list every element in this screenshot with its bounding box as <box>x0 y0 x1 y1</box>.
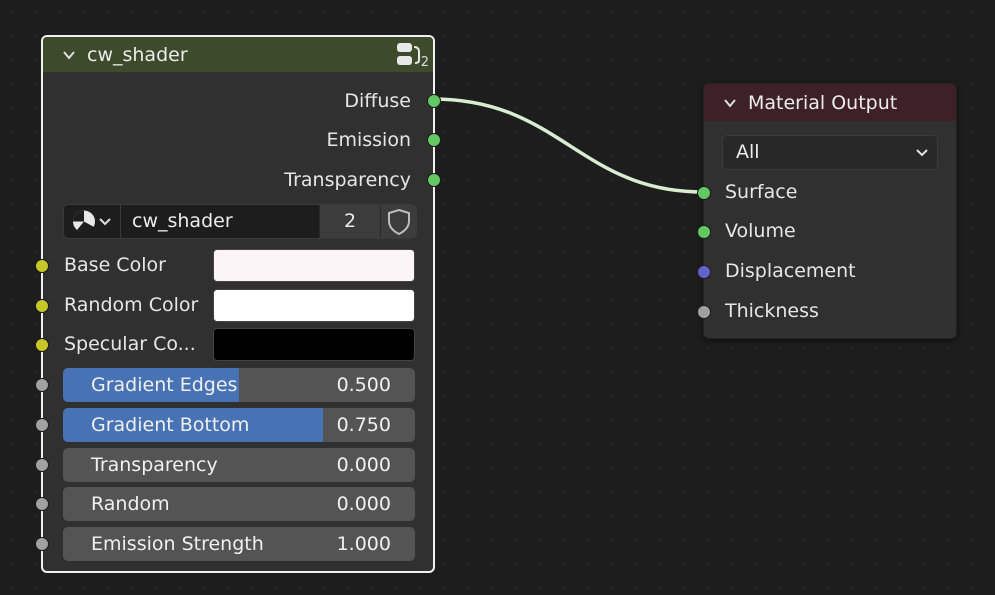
input-label: Base Color <box>64 254 166 276</box>
input-label: Thickness <box>725 300 819 322</box>
chevron-down-icon[interactable] <box>63 49 75 61</box>
value-slider[interactable]: Gradient Edges 0.500 <box>63 368 415 402</box>
color-swatch[interactable] <box>213 249 415 282</box>
shader-socket[interactable] <box>427 133 441 147</box>
float-socket[interactable] <box>35 418 49 432</box>
slider-label: Gradient Edges <box>91 374 238 396</box>
output-row-diffuse: Diffuse <box>43 82 441 122</box>
fake-user-button[interactable] <box>380 205 417 238</box>
output-label: Diffuse <box>344 90 411 112</box>
diffuse-to-surface-link[interactable] <box>432 97 704 194</box>
input-row-thickness: Thickness <box>697 292 956 332</box>
vector-socket[interactable] <box>697 265 711 279</box>
input-row-transparency: Transparency 0.000 <box>35 445 433 485</box>
output-row-emission: Emission <box>43 121 441 161</box>
slider-label: Gradient Bottom <box>91 414 250 436</box>
color-swatch[interactable] <box>213 289 415 322</box>
node-header[interactable]: cw_shader 2 <box>43 37 433 72</box>
target-dropdown-value: All <box>736 141 760 163</box>
input-row-random-color: Random Color <box>35 286 433 326</box>
chevron-down-icon[interactable] <box>724 97 736 109</box>
input-row-displacement: Displacement <box>697 252 956 292</box>
output-row-transparency: Transparency <box>43 161 441 201</box>
input-row-volume: Volume <box>697 212 956 252</box>
slider-label: Emission Strength <box>91 533 264 555</box>
shader-socket[interactable] <box>697 186 711 200</box>
chevron-down-icon <box>916 149 928 157</box>
node-tree-icon <box>73 210 111 233</box>
input-label: Volume <box>725 220 796 242</box>
input-label: Random Color <box>64 294 199 316</box>
output-label: Emission <box>326 129 411 151</box>
float-socket[interactable] <box>35 458 49 472</box>
float-socket[interactable] <box>35 537 49 551</box>
node-title: cw_shader <box>87 43 188 66</box>
shader-socket[interactable] <box>697 225 711 239</box>
input-label: Displacement <box>725 260 856 282</box>
input-row-emission-strength: Emission Strength 1.000 <box>35 524 433 564</box>
float-socket[interactable] <box>697 305 711 319</box>
node-tree-type-dropdown[interactable] <box>64 205 121 238</box>
input-label: Specular Co... <box>64 333 196 355</box>
slider-value: 0.000 <box>336 454 391 476</box>
input-row-random: Random 0.000 <box>35 484 433 524</box>
chevron-down-icon <box>99 218 111 226</box>
color-socket[interactable] <box>35 338 49 352</box>
value-slider[interactable]: Random 0.000 <box>63 487 415 521</box>
node-title: Material Output <box>748 91 898 114</box>
float-socket[interactable] <box>35 497 49 511</box>
input-row-specular-color: Specular Co... <box>35 325 433 365</box>
input-row-base-color: Base Color <box>35 246 433 286</box>
input-row-surface: Surface <box>697 173 956 213</box>
slider-label: Transparency <box>91 454 218 476</box>
shader-socket[interactable] <box>427 94 441 108</box>
value-slider[interactable]: Transparency 0.000 <box>63 448 415 482</box>
slider-label: Random <box>91 493 170 515</box>
float-socket[interactable] <box>35 378 49 392</box>
color-swatch[interactable] <box>213 328 415 361</box>
color-socket[interactable] <box>35 299 49 313</box>
color-socket[interactable] <box>35 259 49 273</box>
slider-value: 0.750 <box>336 414 391 436</box>
value-slider[interactable]: Emission Strength 1.000 <box>63 527 415 561</box>
output-label: Transparency <box>284 169 411 191</box>
group-node-cw-shader[interactable]: cw_shader 2 Diffuse Emission Transparenc… <box>35 35 441 573</box>
input-label: Surface <box>725 181 798 203</box>
datablock-name[interactable]: cw_shader <box>132 210 233 232</box>
slider-value: 0.500 <box>336 374 391 396</box>
node-header[interactable]: Material Output <box>704 84 956 121</box>
shield-icon <box>388 208 410 236</box>
slider-value: 0.000 <box>336 493 391 515</box>
input-row-gradient-edges: Gradient Edges 0.500 <box>35 365 433 405</box>
material-output-node[interactable]: Material Output All Surface Volume Displ… <box>697 83 957 339</box>
value-slider[interactable]: Gradient Bottom 0.750 <box>63 408 415 442</box>
shader-socket[interactable] <box>427 173 441 187</box>
node-tree-datablock[interactable]: cw_shader 2 <box>63 204 417 239</box>
slider-value: 1.000 <box>336 533 391 555</box>
group-user-count: 2 <box>420 55 429 70</box>
input-row-gradient-bottom: Gradient Bottom 0.750 <box>35 405 433 445</box>
target-dropdown[interactable]: All <box>722 135 938 170</box>
datablock-user-count[interactable]: 2 <box>319 205 380 238</box>
